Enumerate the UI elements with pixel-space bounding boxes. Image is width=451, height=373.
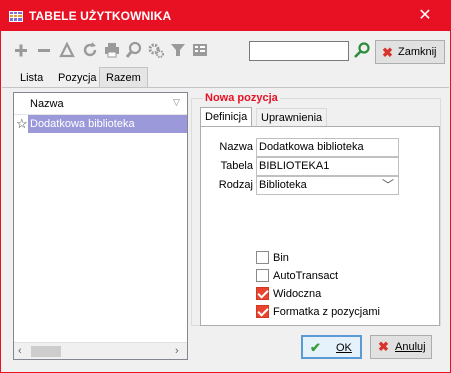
autotransact-checkbox[interactable] xyxy=(256,269,269,282)
zoom-icon[interactable] xyxy=(125,41,143,59)
widoczna-checkbox[interactable] xyxy=(256,287,269,300)
add-icon[interactable] xyxy=(12,41,30,59)
scroll-left-icon[interactable]: ‹ xyxy=(18,345,22,357)
column-filter-icon[interactable]: ▽ xyxy=(173,97,180,108)
star-icon: ☆ xyxy=(16,116,28,131)
refresh-icon[interactable] xyxy=(81,41,99,59)
search-input[interactable] xyxy=(249,41,349,61)
top-tabs: Lista Pozycja Razem xyxy=(2,67,449,89)
widoczna-label: Widoczna xyxy=(273,288,322,300)
table-app-icon xyxy=(9,11,23,22)
tabela-field[interactable]: BIBLIOTEKA1 xyxy=(256,157,399,176)
rodzaj-label: Rodzaj xyxy=(218,179,253,191)
tab-pozycja[interactable]: Pozycja xyxy=(52,69,103,87)
nazwa-field[interactable]: Dodatkowa biblioteka xyxy=(256,138,399,157)
cancel-x-icon: ✖ xyxy=(378,339,389,354)
search-icon[interactable] xyxy=(353,42,371,60)
window-title: TABELE UŻYTKOWNIKA xyxy=(29,9,172,23)
dialog-window: TABELE UŻYTKOWNIKA ✕ ✖ Zamknij Lista Poz… xyxy=(0,0,451,373)
autotransact-label: AutoTransact xyxy=(273,270,339,282)
tab-lista[interactable]: Lista xyxy=(14,69,49,87)
filter-icon[interactable] xyxy=(169,41,187,59)
tab-razem[interactable]: Razem xyxy=(99,67,148,87)
column-header-nazwa[interactable]: Nazwa xyxy=(30,98,64,110)
list-item-name[interactable]: Dodatkowa biblioteka xyxy=(28,115,187,133)
definition-panel: Nazwa Dodatkowa biblioteka Tabela BIBLIO… xyxy=(200,126,440,326)
window-close-icon[interactable]: ✕ xyxy=(411,5,439,27)
scroll-right-icon[interactable]: › xyxy=(175,345,179,357)
bin-label: Bin xyxy=(273,252,289,264)
formatka-label: Formatka z pozycjami xyxy=(273,306,380,318)
items-list[interactable]: Nazwa ▽ ☆ Dodatkowa biblioteka ‹ › xyxy=(13,92,188,360)
bin-checkbox[interactable] xyxy=(256,251,269,264)
print-icon[interactable] xyxy=(103,41,121,59)
ok-button[interactable]: ✔ OK xyxy=(301,335,362,359)
nazwa-label: Nazwa xyxy=(219,141,253,153)
triangle-icon[interactable] xyxy=(58,41,76,59)
rodzaj-select[interactable]: Biblioteka ﹀ xyxy=(256,176,399,195)
close-x-icon: ✖ xyxy=(382,45,393,60)
list-header: Nazwa ▽ xyxy=(14,93,187,115)
formatka-checkbox[interactable] xyxy=(256,305,269,318)
scroll-thumb[interactable] xyxy=(31,346,61,357)
tabela-label: Tabela xyxy=(220,160,253,172)
tab-uprawnienia[interactable]: Uprawnienia xyxy=(256,108,328,127)
group-title: Nowa pozycja xyxy=(203,92,280,104)
main-area: Nazwa ▽ ☆ Dodatkowa biblioteka ‹ › Nowa … xyxy=(2,87,449,372)
close-button[interactable]: ✖ Zamknij xyxy=(375,40,445,64)
check-icon: ✔ xyxy=(310,340,321,355)
horizontal-scrollbar[interactable]: ‹ › xyxy=(14,342,187,359)
columns-icon[interactable] xyxy=(191,41,209,59)
toolbar: ✖ Zamknij xyxy=(2,31,449,69)
title-bar[interactable]: TABELE UŻYTKOWNIKA ✕ xyxy=(1,1,450,31)
inner-tabs: Definicja Uprawnienia xyxy=(200,107,440,128)
settings-icon[interactable] xyxy=(147,41,165,59)
tab-definicja[interactable]: Definicja xyxy=(200,107,253,128)
remove-icon[interactable] xyxy=(35,41,53,59)
cancel-button[interactable]: ✖ Anuluj xyxy=(370,335,432,359)
list-item[interactable]: ☆ Dodatkowa biblioteka xyxy=(14,115,187,133)
chevron-down-icon: ﹀ xyxy=(381,178,394,192)
